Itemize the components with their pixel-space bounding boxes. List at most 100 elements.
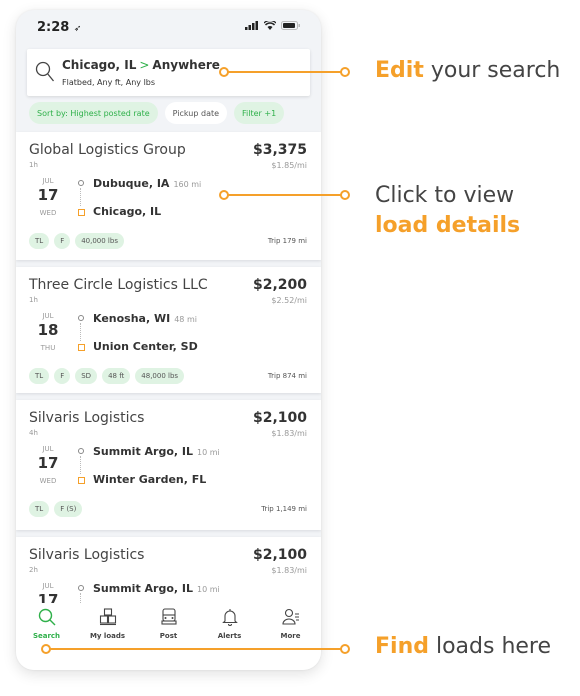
load-card[interactable]: Three Circle Logistics LLC 1h $2,200 $2.… (16, 267, 321, 393)
destination-city: Chicago, IL (93, 205, 162, 218)
trip-distance: Trip 874 mi (267, 372, 307, 380)
pickup-weekday: WED (39, 477, 57, 485)
nav-more[interactable]: More (260, 608, 321, 640)
search-icon (35, 61, 55, 82)
load-tag: SD (75, 368, 98, 384)
load-tags: TL F 40,000 lbs (29, 233, 124, 249)
origin-city: Summit Argo, IL 10 mi (93, 582, 220, 595)
load-tag: F (54, 233, 71, 249)
route-line (80, 188, 81, 206)
deadhead-distance: 48 mi (174, 315, 197, 324)
chevron-right-icon: > (139, 58, 150, 72)
callout-dot-find-end (340, 644, 350, 654)
location-arrow-icon: ➶ (73, 24, 82, 34)
pickup-day: 17 (37, 454, 59, 472)
search-origin: Chicago, IL (62, 58, 137, 72)
company-name: Global Logistics Group (29, 142, 186, 158)
status-bar: 2:28 ➶ (16, 10, 321, 46)
origin-city: Dubuque, IA 160 mi (93, 177, 202, 190)
destination-square-icon (78, 344, 85, 351)
rate-per-mile: $1.83/mi (271, 566, 307, 575)
boxes-icon (99, 608, 116, 626)
route-line (80, 456, 81, 474)
signal-icon (245, 21, 258, 30)
origin-city: Kenosha, WI 48 mi (93, 312, 197, 325)
load-tag: TL (29, 501, 50, 517)
callout-dot-edit-start (219, 67, 229, 77)
origin-circle-icon (78, 315, 84, 321)
filter-chip[interactable]: Filter +1 (234, 102, 285, 124)
callout-line-find (47, 648, 343, 650)
pickup-date-chip[interactable]: Pickup date (164, 102, 228, 124)
callout-load-details: Click to view load details (375, 183, 521, 238)
pickup-month: JUL (42, 177, 54, 185)
nav-my-loads[interactable]: My loads (77, 608, 138, 640)
load-tag: 48,000 lbs (135, 368, 185, 384)
origin-circle-icon (78, 448, 84, 454)
load-tags: TL F SD 48 ft 48,000 lbs (29, 368, 185, 384)
rate-per-mile: $1.85/mi (271, 161, 307, 170)
load-card[interactable]: Silvaris Logistics 4h $2,100 $1.83/mi JU… (16, 400, 321, 530)
deadhead-distance: 160 mi (173, 180, 202, 189)
status-time: 2:28 ➶ (37, 20, 82, 35)
pickup-month: JUL (42, 445, 54, 453)
load-price: $2,100 (252, 410, 307, 426)
rate-per-mile: $1.83/mi (271, 429, 307, 438)
callout-line-details (225, 194, 343, 196)
bottom-nav: Search My loads Post Alerts More (16, 603, 321, 670)
load-tag: TL (29, 368, 50, 384)
callout-line-edit (225, 71, 343, 73)
origin-circle-icon (78, 585, 84, 591)
callout-dot-edit-end (340, 67, 350, 77)
bell-icon (221, 609, 238, 626)
load-tag: TL (29, 233, 50, 249)
search-criteria: Flatbed, Any ft, Any lbs (62, 78, 156, 87)
load-tags: TL F (S) (29, 501, 83, 517)
wifi-icon (264, 21, 276, 30)
post-age: 1h (29, 161, 38, 169)
load-price: $2,100 (252, 547, 307, 563)
deadhead-distance: 10 mi (197, 585, 220, 594)
route-line (80, 323, 81, 341)
load-tag: 40,000 lbs (75, 233, 124, 249)
load-tag: F (S) (54, 501, 83, 517)
user-menu-icon (281, 608, 299, 625)
destination-city: Union Center, SD (93, 340, 198, 353)
trip-distance: Trip 1,149 mi (261, 505, 307, 513)
pickup-weekday: THU (40, 344, 56, 352)
truck-icon (160, 608, 177, 625)
deadhead-distance: 10 mi (197, 448, 220, 457)
nav-alerts[interactable]: Alerts (199, 608, 260, 640)
company-name: Three Circle Logistics LLC (29, 277, 208, 293)
origin-city: Summit Argo, IL 10 mi (93, 445, 220, 458)
destination-square-icon (78, 209, 85, 216)
filter-chips: Sort by: Highest posted rate Pickup date… (29, 102, 285, 124)
post-age: 2h (29, 566, 38, 574)
search-destination: Anywhere (152, 58, 220, 72)
pickup-weekday: WED (39, 209, 57, 217)
load-card[interactable]: Global Logistics Group 1h $3,375 $1.85/m… (16, 132, 321, 260)
nav-post[interactable]: Post (138, 608, 199, 640)
company-name: Silvaris Logistics (29, 410, 145, 426)
post-age: 1h (29, 296, 38, 304)
callout-edit-search: Edit your search (375, 58, 561, 83)
phone-screen: 2:28 ➶ Chicago, IL > Anywhere Flatbed, Any… (16, 10, 321, 670)
callout-dot-find-start (41, 644, 51, 654)
search-route: Chicago, IL > Anywhere (62, 58, 220, 72)
trip-distance: Trip 179 mi (267, 237, 307, 245)
sort-chip[interactable]: Sort by: Highest posted rate (29, 102, 158, 124)
pickup-month: JUL (42, 582, 54, 590)
destination-square-icon (78, 477, 85, 484)
load-tag: 48 ft (102, 368, 131, 384)
pickup-day: 18 (37, 321, 59, 339)
origin-circle-icon (78, 180, 84, 186)
load-tag: F (54, 368, 71, 384)
load-price: $3,375 (252, 142, 307, 158)
rate-per-mile: $2.52/mi (271, 296, 307, 305)
company-name: Silvaris Logistics (29, 547, 145, 563)
destination-city: Winter Garden, FL (93, 473, 207, 486)
nav-search[interactable]: Search (16, 608, 77, 640)
battery-icon (281, 21, 300, 30)
search-icon (38, 608, 55, 626)
pickup-month: JUL (42, 312, 54, 320)
